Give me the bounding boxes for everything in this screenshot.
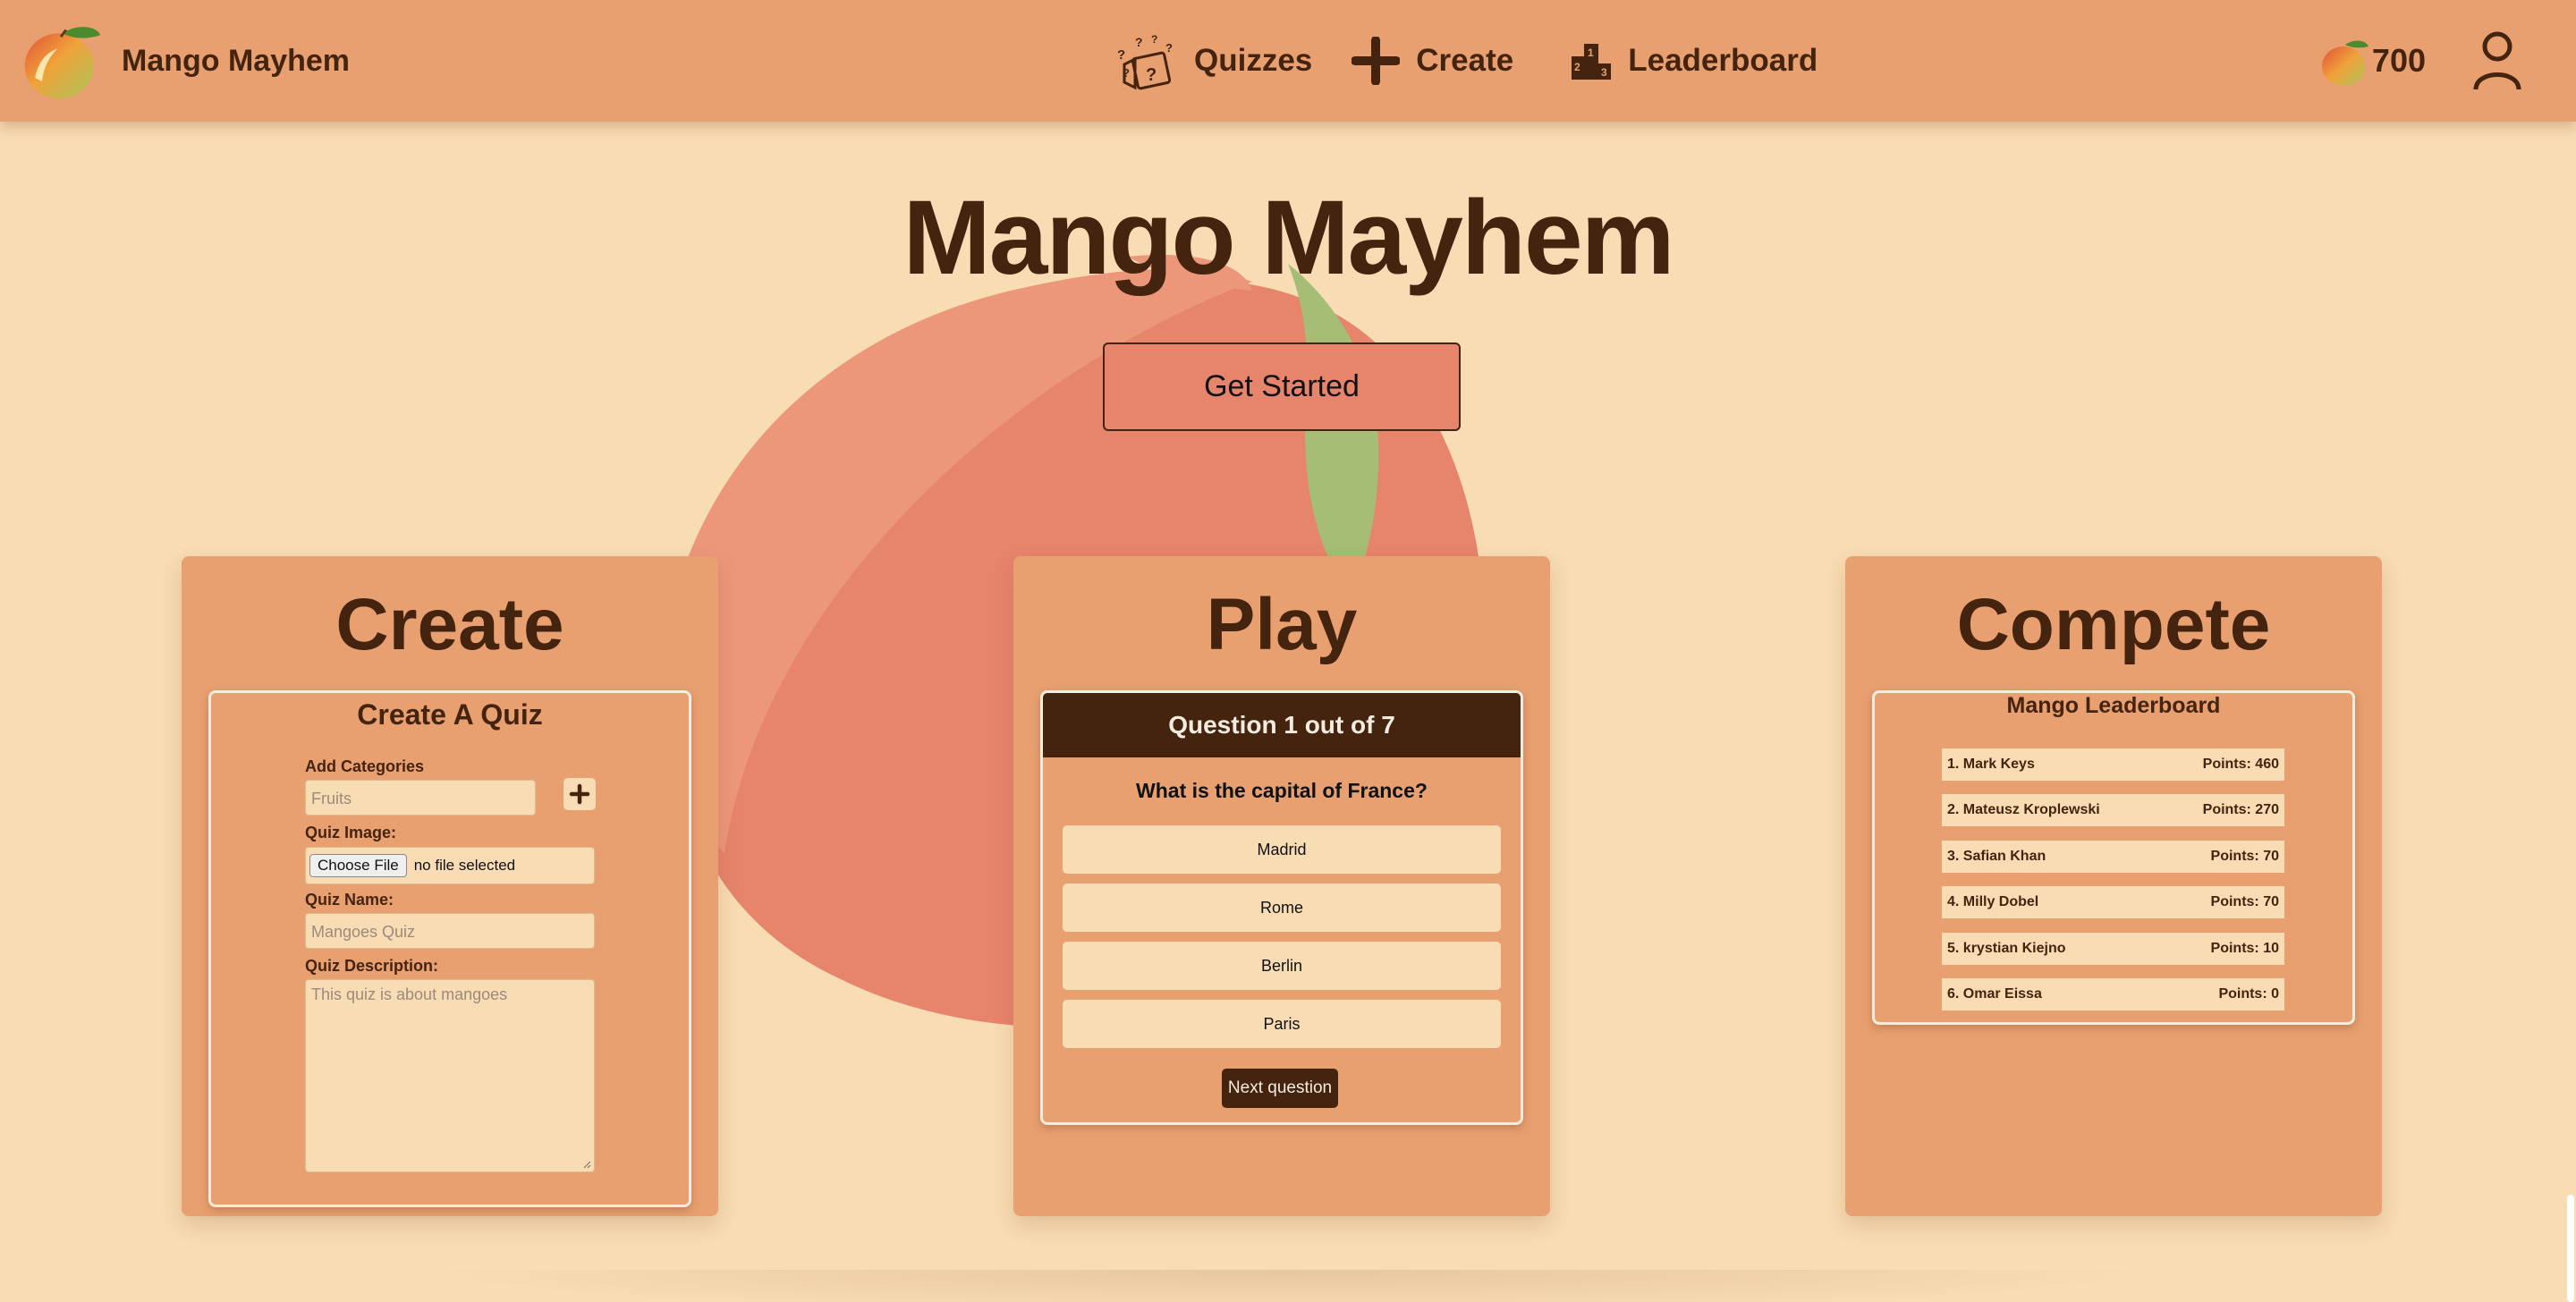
- svg-text:?: ?: [1135, 35, 1143, 49]
- coin-count: 700: [2371, 42, 2426, 79]
- svg-text:2: 2: [1574, 61, 1580, 73]
- svg-text:?: ?: [1165, 41, 1173, 55]
- player-points: Points: 460: [2202, 757, 2279, 772]
- brand-name: Mango Mayhem: [122, 43, 351, 78]
- leaderboard-row: 5. krystian Kiejno Points: 10: [1942, 933, 2284, 965]
- quiz-image-field: Choose File no file selected: [305, 847, 595, 884]
- nav-create-label: Create: [1416, 43, 1514, 78]
- player-name: 3. Safian Khan: [1947, 849, 2046, 864]
- answer-option[interactable]: Rome: [1063, 884, 1501, 932]
- play-card-title: Play: [1206, 584, 1358, 665]
- quiz-image-label: Quiz Image:: [305, 824, 397, 841]
- nav-leaderboard[interactable]: 1 2 3 Leaderboard: [1571, 40, 1818, 81]
- svg-text:1: 1: [1588, 46, 1594, 59]
- leaderboard-row: 3. Safian Khan Points: 70: [1942, 841, 2284, 873]
- quiz-name-label: Quiz Name:: [305, 891, 394, 909]
- player-points: Points: 0: [2218, 986, 2279, 1002]
- player-points: Points: 70: [2210, 849, 2279, 864]
- answer-option[interactable]: Madrid: [1063, 825, 1501, 874]
- scrollbar-thumb[interactable]: [2567, 1195, 2574, 1302]
- play-card: Play Question 1 out of 7 What is the cap…: [1013, 556, 1550, 1216]
- plus-icon: [569, 783, 590, 805]
- leaderboard-panel: Mango Leaderboard 1. Mark Keys Points: 4…: [1872, 690, 2355, 1025]
- choose-file-button[interactable]: Choose File: [309, 854, 407, 877]
- quiz-description-label: Quiz Description:: [305, 957, 439, 975]
- next-question-button[interactable]: Next question: [1222, 1069, 1338, 1108]
- add-category-button[interactable]: [564, 778, 596, 810]
- svg-text:?: ?: [1151, 33, 1157, 46]
- player-name: 1. Mark Keys: [1947, 757, 2035, 772]
- player-name: 6. Omar Eissa: [1947, 986, 2042, 1002]
- create-card-title: Create: [335, 584, 564, 665]
- nav-quizzes-label: Quizzes: [1194, 43, 1313, 78]
- compete-card-title: Compete: [1956, 584, 2271, 665]
- leaderboard-row: 2. Mateusz Kroplewski Points: 270: [1942, 794, 2284, 826]
- scrollbar-track[interactable]: [2562, 122, 2576, 1302]
- navbar: Mango Mayhem ? ? ? ? ? ? Quizzes Create: [0, 0, 2576, 122]
- create-quiz-form: Create A Quiz Add Categories Fruits Quiz…: [208, 690, 691, 1207]
- create-card: Create Create A Quiz Add Categories Frui…: [182, 556, 718, 1216]
- nav-leaderboard-label: Leaderboard: [1628, 43, 1818, 78]
- leaderboard-row: 6. Omar Eissa Points: 0: [1942, 978, 2284, 1010]
- quiz-preview: Question 1 out of 7 What is the capital …: [1040, 690, 1523, 1125]
- get-started-button[interactable]: Get Started: [1103, 342, 1461, 431]
- player-points: Points: 10: [2210, 941, 2279, 956]
- answer-option[interactable]: Berlin: [1063, 942, 1501, 990]
- section-shadow: [411, 1270, 2165, 1302]
- svg-text:?: ?: [1146, 65, 1157, 85]
- svg-text:3: 3: [1601, 66, 1607, 79]
- brand[interactable]: Mango Mayhem: [18, 18, 350, 104]
- compete-card: Compete Mango Leaderboard 1. Mark Keys P…: [1845, 556, 2382, 1216]
- categories-input[interactable]: Fruits: [305, 780, 536, 816]
- nav-right: 700: [2320, 20, 2522, 102]
- nav-links: ? ? ? ? ? ? Quizzes Create 1 2 3 Leaderb…: [1114, 21, 1857, 100]
- player-name: 4. Milly Dobel: [1947, 894, 2039, 909]
- create-quiz-title: Create A Quiz: [357, 698, 543, 731]
- user-icon[interactable]: [2472, 30, 2522, 91]
- podium-icon: 1 2 3: [1572, 44, 1612, 80]
- mango-coin-icon: [2321, 40, 2368, 86]
- coin-balance: 700: [2320, 34, 2426, 88]
- question-header: Question 1 out of 7: [1043, 693, 1521, 757]
- mango-logo-icon: [24, 27, 101, 99]
- file-status: no file selected: [413, 857, 516, 874]
- quiz-dice-icon: ? ? ? ? ? ?: [1117, 33, 1173, 90]
- leaderboard-row: 1. Mark Keys Points: 460: [1942, 748, 2284, 781]
- leaderboard-row: 4. Milly Dobel Points: 70: [1942, 886, 2284, 918]
- hero-title: Mango Mayhem: [902, 179, 1674, 297]
- leaderboard-title: Mango Leaderboard: [2006, 693, 2221, 718]
- svg-text:?: ?: [1117, 47, 1125, 63]
- svg-text:?: ?: [1123, 66, 1130, 80]
- player-name: 5. krystian Kiejno: [1947, 941, 2066, 956]
- answer-option[interactable]: Paris: [1063, 1000, 1501, 1048]
- nav-quizzes[interactable]: ? ? ? ? ? ? Quizzes: [1114, 29, 1312, 93]
- categories-label: Add Categories: [305, 757, 425, 775]
- quiz-description-placeholder: This quiz is about mangoes: [311, 985, 508, 1003]
- player-points: Points: 70: [2210, 894, 2279, 909]
- quiz-description-textarea[interactable]: This quiz is about mangoes: [305, 979, 595, 1172]
- player-name: 2. Mateusz Kroplewski: [1947, 802, 2100, 817]
- plus-icon: [1352, 37, 1401, 85]
- nav-create[interactable]: Create: [1352, 37, 1513, 85]
- resize-grip-icon[interactable]: [582, 1160, 591, 1169]
- question-text: What is the capital of France?: [1136, 779, 1428, 802]
- player-points: Points: 270: [2202, 802, 2279, 817]
- quiz-name-input[interactable]: Mangoes Quiz: [305, 913, 595, 949]
